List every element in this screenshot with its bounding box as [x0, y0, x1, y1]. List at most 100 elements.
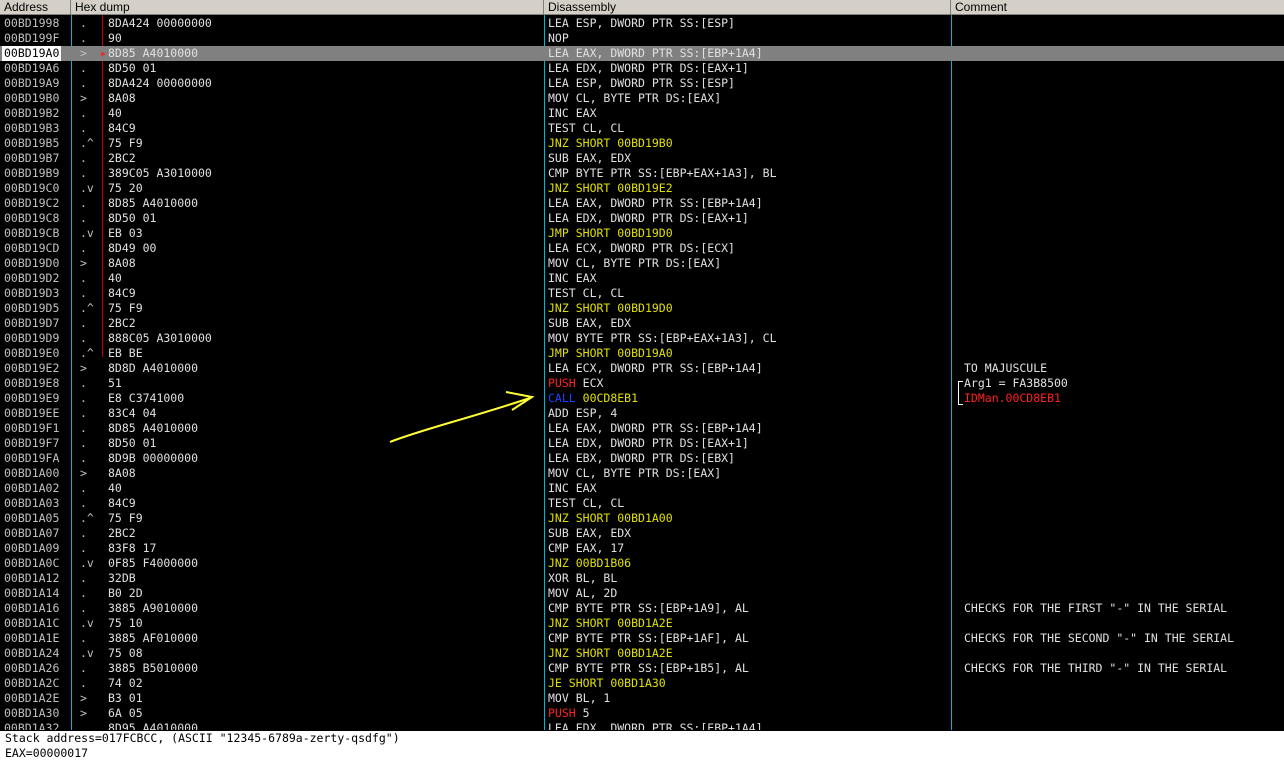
code-row[interactable]: 00BD19E0 .^ EB BE JMP SHORT 00BD19A0: [0, 346, 1284, 361]
address-cell[interactable]: 00BD1A26: [4, 661, 59, 676]
disassembly-cell[interactable]: JNZ 00BD1B06: [548, 556, 631, 571]
address-cell[interactable]: 00BD1A14: [4, 586, 59, 601]
disassembly-cell[interactable]: MOV AL, 2D: [548, 586, 617, 601]
address-cell[interactable]: 00BD19F1: [4, 421, 59, 436]
address-cell[interactable]: 00BD19B2: [4, 106, 59, 121]
code-row[interactable]: 00BD19A0 > ▸ 8D85 A4010000 LEA EAX, DWORD PT…: [0, 46, 1284, 61]
hex-cell[interactable]: 2BC2: [108, 151, 136, 166]
column-header-hex-dump[interactable]: Hex dump: [71, 0, 544, 15]
address-cell[interactable]: 00BD19E2: [4, 361, 59, 376]
code-row[interactable]: 00BD1A07. 2BC2 SUB EAX, EDX: [0, 526, 1284, 541]
disassembly-pane[interactable]: 00BD1998. 8DA424 00000000 LEA ESP, DWORD P…: [0, 16, 1284, 730]
address-cell[interactable]: 00BD1A16: [4, 601, 59, 616]
address-cell[interactable]: 00BD19A0: [2, 46, 62, 61]
disassembly-cell[interactable]: JNZ SHORT 00BD19D0: [548, 301, 673, 316]
comment-cell[interactable]: IDMan.00CD8EB1: [964, 391, 1061, 406]
code-row[interactable]: 00BD19EE. 83C4 04 ADD ESP, 4: [0, 406, 1284, 421]
disassembly-cell[interactable]: TEST CL, CL: [548, 121, 624, 136]
code-row[interactable]: 00BD1A05 .^ 75 F9 JNZ SHORT 00BD1A00: [0, 511, 1284, 526]
address-cell[interactable]: 00BD19A9: [4, 76, 59, 91]
code-row[interactable]: 00BD19D5 .^ 75 F9 JNZ SHORT 00BD19D0: [0, 301, 1284, 316]
hex-cell[interactable]: 40: [108, 106, 122, 121]
address-cell[interactable]: 00BD1A32: [4, 721, 59, 730]
disassembly-cell[interactable]: SUB EAX, EDX: [548, 526, 631, 541]
disassembly-cell[interactable]: CMP EAX, 17: [548, 541, 624, 556]
address-cell[interactable]: 00BD1A02: [4, 481, 59, 496]
code-row[interactable]: 00BD19B7. 2BC2 SUB EAX, EDX: [0, 151, 1284, 166]
code-row[interactable]: 00BD1A1E. 3885 AF010000 CMP BYTE PTR SS:[E…: [0, 631, 1284, 646]
code-row[interactable]: 00BD1A02. 40 INC EAX: [0, 481, 1284, 496]
address-cell[interactable]: 00BD19D5: [4, 301, 59, 316]
disassembly-cell[interactable]: LEA EAX, DWORD PTR SS:[EBP+1A4]: [548, 421, 763, 436]
address-cell[interactable]: 00BD19D9: [4, 331, 59, 346]
hex-cell[interactable]: 90: [108, 31, 122, 46]
disassembly-cell[interactable]: CMP BYTE PTR SS:[EBP+1AF], AL: [548, 631, 749, 646]
address-cell[interactable]: 00BD19F7: [4, 436, 59, 451]
disassembly-cell[interactable]: TEST CL, CL: [548, 286, 624, 301]
address-cell[interactable]: 00BD1A2C: [4, 676, 59, 691]
hex-cell[interactable]: 8D50 01: [108, 211, 156, 226]
hex-cell[interactable]: 40: [108, 271, 122, 286]
address-cell[interactable]: 00BD1A2E: [4, 691, 59, 706]
disassembly-cell[interactable]: LEA ECX, DWORD PTR DS:[ECX]: [548, 241, 735, 256]
address-cell[interactable]: 00BD19B3: [4, 121, 59, 136]
disassembly-cell[interactable]: MOV BYTE PTR SS:[EBP+EAX+1A3], CL: [548, 331, 777, 346]
hex-cell[interactable]: 0F85 F4000000: [108, 556, 198, 571]
code-row[interactable]: 00BD1A09. 83F8 17 CMP EAX, 17: [0, 541, 1284, 556]
hex-cell[interactable]: 8A08: [108, 91, 136, 106]
address-cell[interactable]: 00BD19CD: [4, 241, 59, 256]
hex-cell[interactable]: 84C9: [108, 286, 136, 301]
address-cell[interactable]: 00BD19B0: [4, 91, 59, 106]
disassembly-cell[interactable]: LEA ESP, DWORD PTR SS:[ESP]: [548, 76, 735, 91]
hex-cell[interactable]: 389C05 A3010000: [108, 166, 212, 181]
code-row[interactable]: 00BD19C8. 8D50 01 LEA EDX, DWORD PTR DS:[E…: [0, 211, 1284, 226]
comment-cell[interactable]: Arg1 = FA3B8500: [964, 376, 1068, 391]
address-cell[interactable]: 00BD19D7: [4, 316, 59, 331]
code-row[interactable]: 00BD19D3. 84C9 TEST CL, CL: [0, 286, 1284, 301]
hex-cell[interactable]: 8D85 A4010000: [108, 46, 198, 61]
code-row[interactable]: 00BD1A1C .v 75 10 JNZ SHORT 00BD1A2E: [0, 616, 1284, 631]
address-cell[interactable]: 00BD19FA: [4, 451, 59, 466]
address-cell[interactable]: 00BD19A6: [4, 61, 59, 76]
comment-cell[interactable]: CHECKS FOR THE SECOND "-" IN THE SERIAL: [964, 631, 1234, 646]
address-cell[interactable]: 00BD1A00: [4, 466, 59, 481]
code-row[interactable]: 00BD19E8. 51 PUSH ECX Arg1 = FA3B8500: [0, 376, 1284, 391]
hex-cell[interactable]: 84C9: [108, 121, 136, 136]
address-cell[interactable]: 00BD1A05: [4, 511, 59, 526]
code-row[interactable]: 00BD19A9. 8DA424 00000000 LEA ESP, DWORD P…: [0, 76, 1284, 91]
code-row[interactable]: 00BD19C2. 8D85 A4010000 LEA EAX, DWORD PTR…: [0, 196, 1284, 211]
code-row[interactable]: 00BD19A6. 8D50 01 LEA EDX, DWORD PTR DS:[E…: [0, 61, 1284, 76]
address-cell[interactable]: 00BD1998: [4, 16, 59, 31]
hex-cell[interactable]: 84C9: [108, 496, 136, 511]
disassembly-cell[interactable]: CMP BYTE PTR SS:[EBP+1B5], AL: [548, 661, 749, 676]
hex-cell[interactable]: 3885 A9010000: [108, 601, 198, 616]
code-row[interactable]: 00BD19F1. 8D85 A4010000 LEA EAX, DWORD PTR…: [0, 421, 1284, 436]
code-row[interactable]: 00BD1A26. 3885 B5010000 CMP BYTE PTR SS:[E…: [0, 661, 1284, 676]
comment-cell[interactable]: CHECKS FOR THE THIRD "-" IN THE SERIAL: [964, 661, 1227, 676]
disassembly-cell[interactable]: LEA EDX, DWORD PTR DS:[EAX+1]: [548, 436, 749, 451]
disassembly-cell[interactable]: LEA EDX, DWORD PTR DS:[EAX+1]: [548, 61, 749, 76]
hex-cell[interactable]: 8D50 01: [108, 436, 156, 451]
disassembly-cell[interactable]: INC EAX: [548, 481, 597, 496]
hex-cell[interactable]: 75 F9: [108, 511, 143, 526]
hex-cell[interactable]: 8D85 A4010000: [108, 421, 198, 436]
disassembly-cell[interactable]: LEA EBX, DWORD PTR DS:[EBX]: [548, 451, 735, 466]
disassembly-cell[interactable]: NOP: [548, 31, 576, 46]
hex-cell[interactable]: 83C4 04: [108, 406, 156, 421]
disassembly-cell[interactable]: TEST CL, CL: [548, 496, 624, 511]
hex-cell[interactable]: 8A08: [108, 466, 136, 481]
disassembly-cell[interactable]: LEA ECX, DWORD PTR SS:[EBP+1A4]: [548, 361, 763, 376]
hex-cell[interactable]: 888C05 A3010000: [108, 331, 212, 346]
hex-cell[interactable]: 75 20: [108, 181, 143, 196]
address-cell[interactable]: 00BD199F: [4, 31, 59, 46]
address-cell[interactable]: 00BD1A30: [4, 706, 59, 721]
disassembly-cell[interactable]: INC EAX: [548, 271, 597, 286]
disassembly-cell[interactable]: CMP BYTE PTR SS:[EBP+EAX+1A3], BL: [548, 166, 777, 181]
code-row[interactable]: 00BD1A00 >8A08 MOV CL, BYTE PTR DS:[EAX]: [0, 466, 1284, 481]
code-row[interactable]: 00BD1A12. 32DB XOR BL, BL: [0, 571, 1284, 586]
disassembly-cell[interactable]: CALL 00CD8EB1: [548, 391, 638, 406]
disassembly-cell[interactable]: LEA EDX, DWORD PTR DS:[EAX+1]: [548, 211, 749, 226]
hex-cell[interactable]: 8D9B 00000000: [108, 451, 198, 466]
comment-cell[interactable]: TO MAJUSCULE: [964, 361, 1047, 376]
hex-cell[interactable]: 8D50 01: [108, 61, 156, 76]
